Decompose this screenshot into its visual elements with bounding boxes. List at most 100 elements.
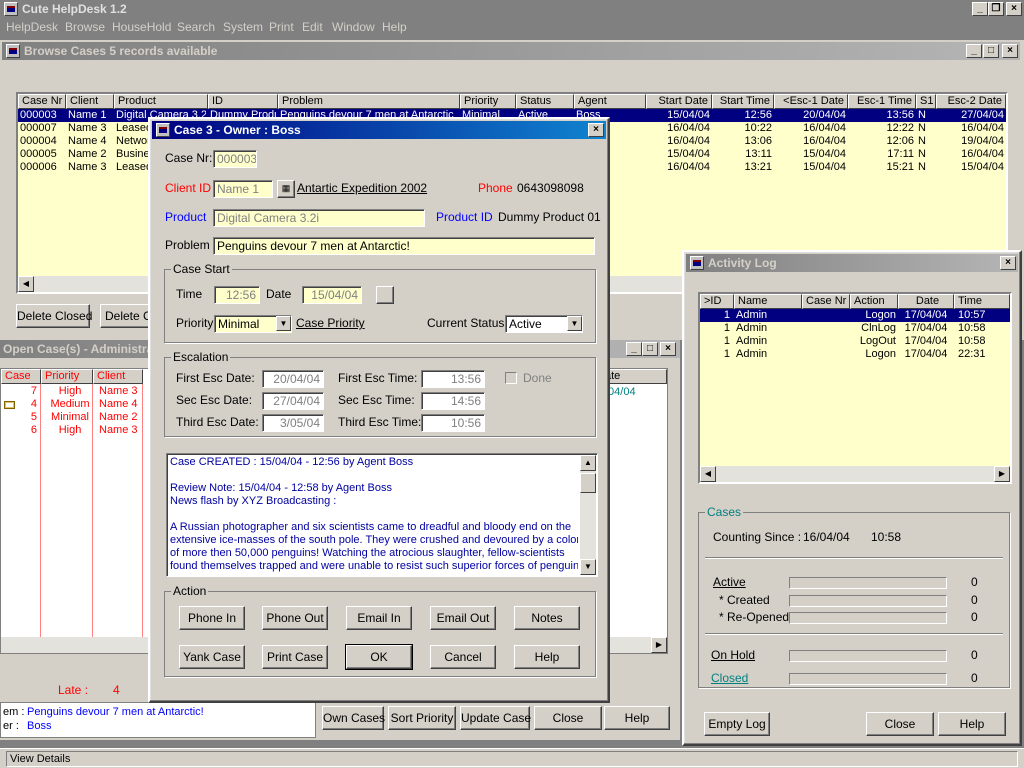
open-close-action-button[interactable]: Close: [534, 706, 602, 730]
col-header-client[interactable]: Client: [66, 94, 114, 109]
list-item[interactable]: 7 High Name 3: [1, 385, 151, 398]
browse-minimize-button[interactable]: _: [966, 44, 982, 58]
col-header-esc1-date[interactable]: <Esc-1 Date: [774, 94, 848, 109]
list-item[interactable]: 6 High Name 3: [1, 424, 151, 437]
priority-select[interactable]: Minimal ▼: [214, 315, 292, 333]
case-dialog-close-button[interactable]: ×: [588, 123, 604, 137]
act-col-action[interactable]: Action: [850, 294, 898, 309]
cancel-button[interactable]: Cancel: [430, 645, 496, 669]
active-link[interactable]: Active: [713, 576, 746, 589]
open-close-button[interactable]: ×: [660, 342, 676, 356]
col-header-case-nr[interactable]: Case Nr: [18, 94, 66, 109]
activity-grid[interactable]: >ID Name Case Nr Action Date Time 1 Admin…: [698, 292, 1012, 484]
activity-close-button[interactable]: ×: [1000, 256, 1016, 270]
open-col-client[interactable]: Client: [93, 369, 143, 384]
app-restore-button[interactable]: ❐: [988, 2, 1004, 16]
menu-print[interactable]: Print: [269, 21, 294, 34]
delete-closed-button[interactable]: Delete Closed: [16, 304, 92, 328]
update-case-button[interactable]: Update Case: [460, 706, 531, 730]
open-col-date[interactable]: ate: [601, 369, 667, 384]
activity-close-action-button[interactable]: Close: [866, 712, 934, 736]
priority-dropdown-icon[interactable]: ▼: [276, 316, 291, 331]
act-col-date[interactable]: Date: [898, 294, 954, 309]
col-header-agent[interactable]: Agent: [574, 94, 646, 109]
date-picker-button[interactable]: [376, 286, 394, 304]
done-checkbox[interactable]: [505, 372, 517, 384]
col-header-start-date[interactable]: Start Date: [646, 94, 712, 109]
third-esc-date-field[interactable]: 3/05/04: [262, 414, 324, 432]
print-case-button[interactable]: Print Case: [262, 645, 328, 669]
product-field[interactable]: Digital Camera 3.2i: [213, 209, 425, 227]
case-notes-memo[interactable]: Case CREATED : 15/04/04 - 12:56 by Agent…: [166, 453, 598, 577]
menu-search[interactable]: Search: [177, 21, 215, 34]
empty-log-button[interactable]: Empty Log: [704, 712, 770, 736]
list-item[interactable]: 5 Minimal Name 2: [1, 411, 151, 424]
menu-help[interactable]: Help: [382, 21, 407, 34]
case-help-button[interactable]: Help: [514, 645, 580, 669]
open-col-priority[interactable]: Priority: [41, 369, 93, 384]
notes-button[interactable]: Notes: [514, 606, 580, 630]
yank-case-button[interactable]: Yank Case: [179, 645, 245, 669]
col-header-s1[interactable]: S1: [916, 94, 936, 109]
col-header-priority[interactable]: Priority: [460, 94, 516, 109]
act-col-id[interactable]: >ID: [700, 294, 734, 309]
table-row[interactable]: 1 Admin Logon 17/04/04 22:31: [700, 348, 1010, 361]
ok-button[interactable]: OK: [345, 644, 413, 670]
status-select[interactable]: Active ▼: [505, 315, 583, 333]
phone-out-button[interactable]: Phone Out: [262, 606, 328, 630]
open-minimize-button[interactable]: _: [626, 342, 642, 356]
act-col-time[interactable]: Time: [954, 294, 1010, 309]
activity-help-button[interactable]: Help: [938, 712, 1006, 736]
sort-priority-button[interactable]: Sort Priority: [388, 706, 456, 730]
status-dropdown-icon[interactable]: ▼: [567, 316, 582, 331]
email-in-button[interactable]: Email In: [346, 606, 412, 630]
table-row[interactable]: 1 Admin Logon 17/04/04 10:57: [700, 309, 1010, 322]
client-lookup-button[interactable]: ▦: [277, 180, 295, 198]
client-id-field[interactable]: Name 1: [213, 180, 273, 198]
third-esc-time-field[interactable]: 10:56: [421, 414, 485, 432]
menu-window[interactable]: Window: [332, 21, 375, 34]
notes-scroll-down-icon[interactable]: ▼: [580, 559, 596, 575]
phone-in-button[interactable]: Phone In: [179, 606, 245, 630]
col-header-status[interactable]: Status: [516, 94, 574, 109]
open-col-case[interactable]: Case: [1, 369, 41, 384]
case-priority-link[interactable]: Case Priority: [296, 317, 365, 330]
activity-h-scrollbar[interactable]: ◀ ▶: [700, 466, 1010, 482]
email-out-button[interactable]: Email Out: [430, 606, 496, 630]
app-minimize-button[interactable]: _: [972, 2, 988, 16]
open-scroll-right-arrow-icon[interactable]: ▶: [651, 637, 667, 653]
col-header-id[interactable]: ID: [208, 94, 278, 109]
act-col-name[interactable]: Name: [734, 294, 802, 309]
menu-edit[interactable]: Edit: [302, 21, 323, 34]
sec-esc-time-field[interactable]: 14:56: [421, 392, 485, 410]
menu-household[interactable]: HouseHold: [112, 21, 171, 34]
open-maximize-button[interactable]: □: [642, 342, 658, 356]
menu-system[interactable]: System: [223, 21, 263, 34]
start-time-field[interactable]: 12:56: [214, 286, 260, 304]
problem-field[interactable]: Penguins devour 7 men at Antarctic!: [213, 237, 595, 255]
start-date-field[interactable]: 15/04/04: [302, 286, 362, 304]
scroll-left-arrow-icon[interactable]: ◀: [18, 276, 34, 292]
act-scroll-left-arrow-icon[interactable]: ◀: [700, 466, 716, 482]
first-esc-time-field[interactable]: 13:56: [421, 370, 485, 388]
notes-v-scrollbar[interactable]: ▲ ▼: [580, 455, 596, 575]
case-nr-field[interactable]: 000003: [213, 150, 257, 168]
col-header-esc2-date[interactable]: Esc-2 Date: [936, 94, 1006, 109]
browse-maximize-button[interactable]: □: [983, 44, 999, 58]
col-header-problem[interactable]: Problem: [278, 94, 460, 109]
own-cases-button[interactable]: Own Cases: [322, 706, 385, 730]
open-help-button[interactable]: Help: [604, 706, 670, 730]
table-row[interactable]: 1 Admin ClnLog 17/04/04 10:58: [700, 322, 1010, 335]
notes-scroll-up-icon[interactable]: ▲: [580, 455, 596, 471]
sec-esc-date-field[interactable]: 27/04/04: [262, 392, 324, 410]
act-col-case-nr[interactable]: Case Nr: [802, 294, 850, 309]
menu-browse[interactable]: Browse: [65, 21, 105, 34]
notes-scroll-thumb[interactable]: [580, 473, 596, 493]
browse-close-button[interactable]: ×: [1002, 44, 1018, 58]
table-row[interactable]: 1 Admin LogOut 17/04/04 10:58: [700, 335, 1010, 348]
list-item[interactable]: 4 Medium Name 4: [1, 398, 151, 411]
delete-case-button[interactable]: Delete Ca: [100, 304, 152, 328]
col-header-product[interactable]: Product: [114, 94, 208, 109]
first-esc-date-field[interactable]: 20/04/04: [262, 370, 324, 388]
app-close-button[interactable]: ×: [1006, 2, 1022, 16]
